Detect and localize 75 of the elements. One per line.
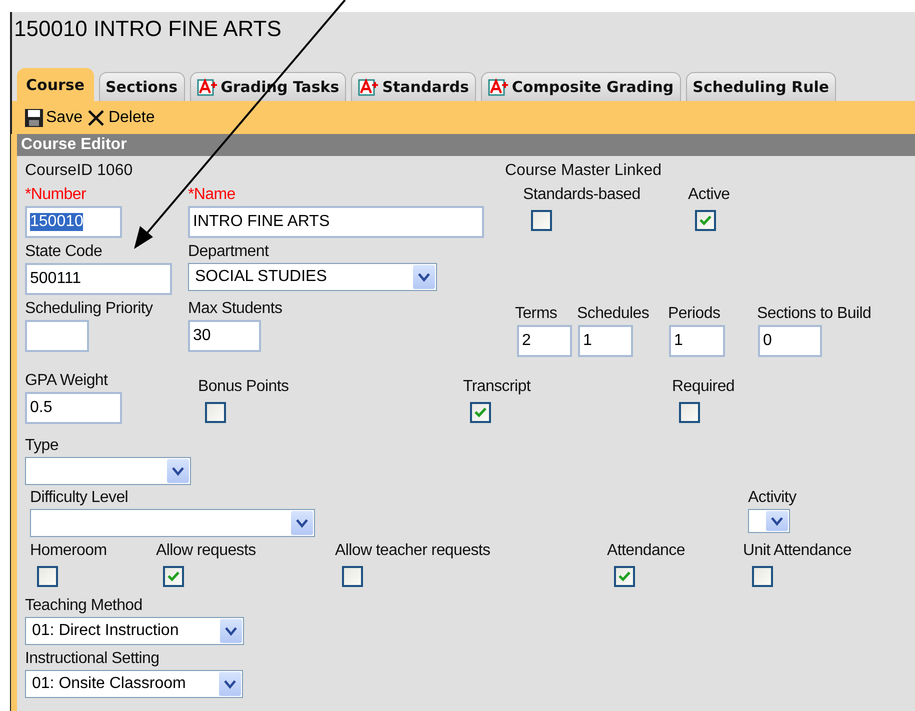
chevron-down-icon: [225, 626, 237, 636]
panel-header: Course Editor: [17, 134, 915, 156]
dropdown[interactable]: [748, 509, 790, 533]
dropdown[interactable]: 01: Onsite Classroom: [25, 670, 243, 698]
checkbox[interactable]: [342, 566, 363, 587]
tab[interactable]: Standards: [351, 72, 476, 101]
field-label: State Code: [25, 242, 102, 261]
check-icon: [474, 407, 487, 418]
text-field[interactable]: INTRO FINE ARTS: [188, 206, 484, 238]
field-label: Difficulty Level: [30, 488, 128, 507]
text-field[interactable]: 1: [669, 325, 725, 357]
field-label: Sections to Build: [757, 304, 872, 323]
field-label: Bonus Points: [198, 377, 289, 396]
course-id: CourseID 1060: [25, 161, 133, 180]
grade-icon: [358, 78, 380, 96]
checkbox[interactable]: [752, 566, 773, 587]
field-label: Active: [688, 185, 730, 204]
dropdown[interactable]: 01: Direct Instruction: [25, 617, 244, 645]
checkbox[interactable]: [531, 210, 552, 231]
checkbox[interactable]: [205, 402, 226, 423]
field-label: Homeroom: [30, 541, 107, 560]
field-label: Activity: [748, 488, 796, 507]
check-icon: [699, 215, 712, 226]
checkbox[interactable]: [614, 566, 635, 587]
field-label: Terms: [515, 304, 558, 323]
field-label: *Number: [25, 185, 86, 204]
field-label: Required: [672, 377, 735, 396]
tab[interactable]: Scheduling Rule: [686, 72, 836, 101]
field-label: Schedules: [577, 304, 650, 323]
text-field[interactable]: 0: [758, 325, 822, 357]
field-label: Unit Attendance: [743, 541, 852, 560]
grade-icon: [196, 78, 219, 96]
checkbox[interactable]: [163, 566, 184, 587]
field-label: Allow teacher requests: [335, 541, 490, 560]
field-label: Instructional Setting: [25, 649, 160, 668]
chevron-down-icon: [224, 680, 236, 688]
tab[interactable]: Course: [17, 68, 94, 101]
text-field[interactable]: 2: [517, 325, 572, 357]
page-title: 150010 INTRO FINE ARTS: [13, 15, 282, 43]
field-label: Scheduling Priority: [25, 299, 153, 318]
check-icon: [167, 571, 180, 582]
field-label: Type: [25, 436, 58, 455]
course-master-label: Course Master Linked: [505, 161, 662, 180]
text-field[interactable]: 150010: [25, 206, 122, 238]
text-field[interactable]: 0.5: [25, 392, 122, 424]
field-label: Allow requests: [156, 541, 256, 560]
field-label: Max Students: [188, 299, 282, 318]
check-icon: [618, 571, 631, 582]
grade-icon: [488, 78, 510, 96]
field-label: *Name: [188, 185, 236, 204]
checkbox[interactable]: [679, 402, 700, 423]
save-button[interactable]: Save: [24, 108, 82, 128]
text-field[interactable]: 500111: [25, 263, 172, 295]
field-label: Periods: [668, 304, 720, 323]
field-label: Transcript: [463, 377, 531, 396]
text-field[interactable]: 1: [578, 325, 633, 357]
checkbox[interactable]: [37, 566, 58, 587]
field-label: Department: [188, 242, 269, 261]
close-icon: [86, 108, 106, 128]
text-field[interactable]: 30: [188, 320, 261, 352]
field-label: GPA Weight: [25, 371, 108, 390]
chevron-down-icon: [418, 272, 430, 282]
chevron-down-icon: [172, 466, 184, 476]
text-field[interactable]: [25, 320, 89, 352]
chevron-down-icon: [771, 516, 783, 526]
delete-button[interactable]: Delete: [86, 108, 155, 128]
tab[interactable]: Composite Grading: [480, 72, 681, 101]
field-label: Attendance: [607, 541, 685, 560]
field-label: Teaching Method: [25, 596, 142, 615]
checkbox[interactable]: [695, 210, 716, 231]
checkbox[interactable]: [470, 402, 491, 423]
dropdown[interactable]: SOCIAL STUDIES: [188, 263, 437, 291]
tab[interactable]: Sections: [98, 72, 185, 101]
field-label: Standards-based: [523, 185, 640, 204]
chevron-down-icon: [296, 518, 308, 528]
